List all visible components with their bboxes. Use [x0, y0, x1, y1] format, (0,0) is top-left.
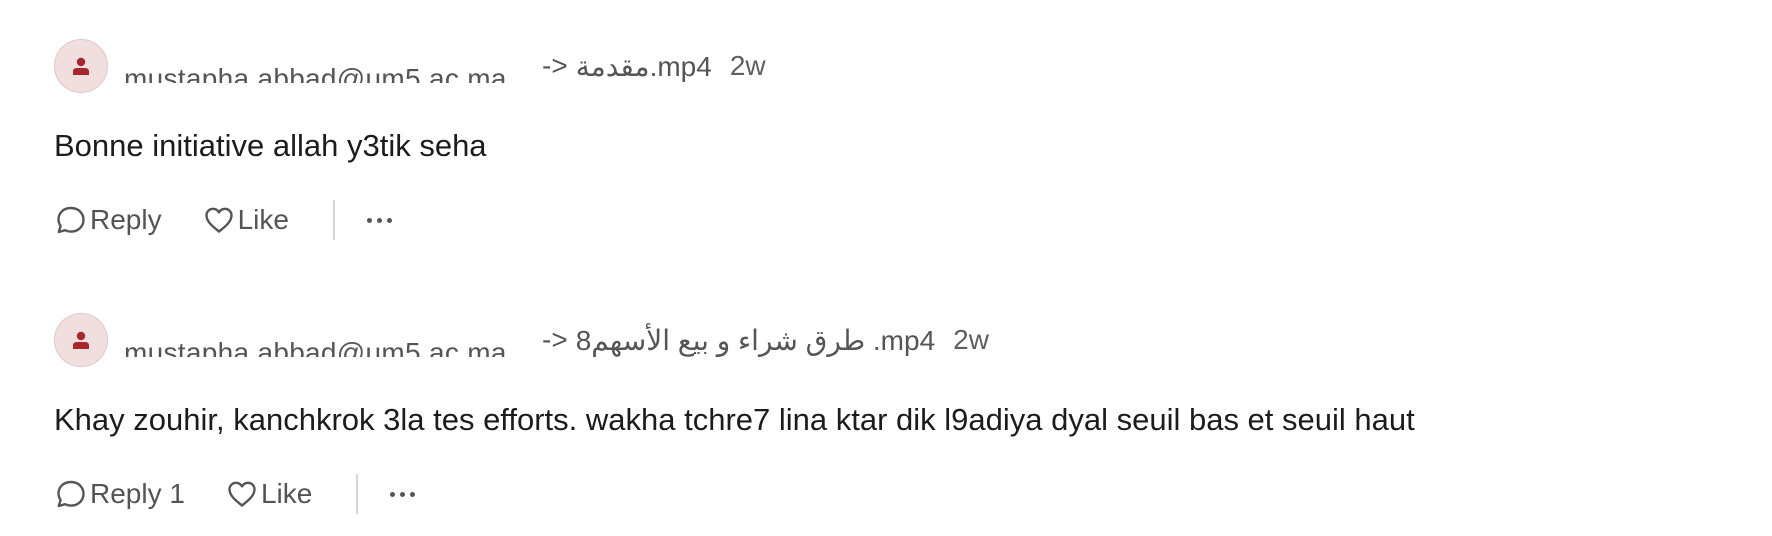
comment-bubble-icon — [57, 206, 85, 234]
comment-header: mustapha.abbad@um5.ac.ma -> 8طرق شراء و … — [54, 312, 1732, 368]
lesson-link[interactable]: 8طرق شراء و بيع الأسهم .mp4 — [576, 324, 935, 357]
timestamp: 2w — [953, 324, 989, 355]
author-name[interactable]: mustapha.abbad@um5.ac.ma — [124, 49, 524, 83]
reply-label: Reply — [90, 204, 162, 235]
comment-text: Bonne initiative allah y3tik seha — [54, 128, 487, 163]
more-options-button[interactable] — [390, 474, 416, 514]
reply-button[interactable]: Reply 1 — [54, 477, 185, 511]
heart-icon — [204, 207, 233, 233]
comment-bubble-icon — [57, 480, 85, 508]
timestamp: 2w — [729, 50, 766, 81]
heart-icon — [228, 481, 256, 507]
arrow-separator: -> — [542, 324, 568, 355]
avatar[interactable] — [54, 39, 108, 93]
like-button[interactable]: Like — [202, 203, 289, 237]
comment-item: mustapha.abbad@um5.ac.ma -> 8طرق شراء و … — [54, 312, 1732, 514]
action-divider — [356, 474, 359, 514]
user-icon — [73, 331, 89, 349]
user-icon — [73, 57, 89, 75]
avatar[interactable] — [54, 313, 108, 367]
comment-header: mustapha.abbad@um5.ac.ma -> مقدمة.mp4 2w — [54, 38, 1732, 94]
like-button[interactable]: Like — [225, 477, 312, 511]
reply-button[interactable]: Reply — [54, 203, 162, 237]
comment-list: mustapha.abbad@um5.ac.ma -> مقدمة.mp4 2w… — [0, 0, 1772, 536]
arrow-separator: -> — [542, 50, 568, 81]
action-divider — [332, 200, 335, 240]
author-name[interactable]: mustapha.abbad@um5.ac.ma — [124, 323, 524, 357]
comment-actions: Reply 1 Like — [54, 474, 1732, 514]
like-label: Like — [260, 478, 313, 509]
reply-label: Reply 1 — [90, 478, 185, 509]
more-dots-icon — [366, 217, 372, 223]
lesson-link[interactable]: مقدمة.mp4 — [576, 50, 712, 83]
comment-actions: Reply Like — [54, 200, 1732, 240]
more-dots-icon — [390, 491, 396, 497]
comment-text: Khay zouhir, kanchkrok 3la tes efforts. … — [54, 402, 1415, 437]
like-label: Like — [237, 204, 289, 235]
comment-item: mustapha.abbad@um5.ac.ma -> مقدمة.mp4 2w… — [54, 38, 1732, 240]
more-options-button[interactable] — [366, 200, 392, 240]
